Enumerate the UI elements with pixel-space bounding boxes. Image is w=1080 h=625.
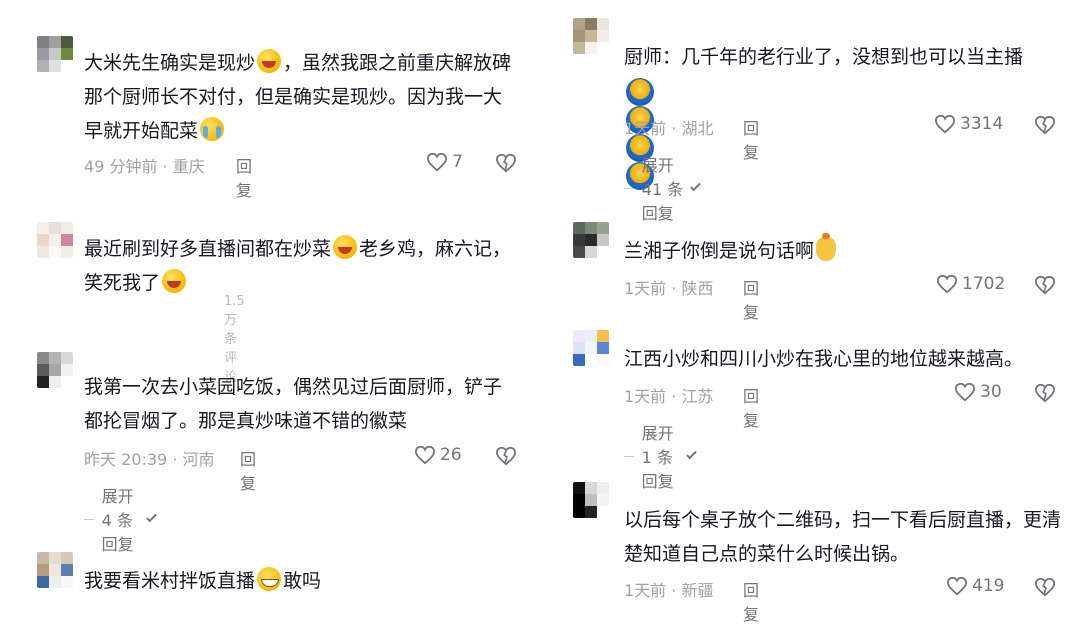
reply-button[interactable]: 回复 bbox=[743, 275, 759, 323]
comment-time-location: 1天前 · 新疆 bbox=[624, 581, 714, 600]
laughing-tears-emoji-icon bbox=[333, 235, 358, 259]
avatar[interactable] bbox=[573, 222, 609, 258]
heart-outline-icon bbox=[414, 445, 436, 465]
like-button[interactable]: 3314 bbox=[934, 114, 1003, 134]
like-button[interactable]: 1702 bbox=[936, 274, 1005, 294]
reply-button[interactable]: 回复 bbox=[743, 383, 759, 431]
avatar[interactable] bbox=[37, 222, 73, 258]
avatar[interactable] bbox=[573, 18, 609, 54]
comment-time-location: 1天前 · 湖北 bbox=[624, 119, 714, 138]
like-count: 419 bbox=[972, 576, 1005, 596]
expand-replies-button[interactable]: 展开 4 条回复 bbox=[84, 483, 157, 555]
expand-replies-button[interactable]: 展开 41 条回复 bbox=[624, 152, 702, 224]
like-count: 3314 bbox=[960, 114, 1004, 134]
heart-outline-icon bbox=[954, 382, 976, 402]
like-button[interactable]: 419 bbox=[946, 576, 1004, 596]
avatar[interactable] bbox=[37, 352, 73, 388]
comment-time-location: 1天前 · 江苏 bbox=[624, 387, 714, 406]
like-count: 30 bbox=[980, 382, 1002, 402]
comment-text: 厨师：几千年的老行业了，没想到也可以当主播 bbox=[624, 46, 1024, 68]
comment-text: 我第一次去小菜园吃饭，偶然见过后面厨师，铲子都抡冒烟了。那是真炒味道不错的徽菜 bbox=[84, 376, 503, 432]
broken-heart-icon[interactable] bbox=[1034, 115, 1056, 135]
broken-heart-icon[interactable] bbox=[1034, 383, 1056, 403]
avatar[interactable] bbox=[573, 330, 609, 366]
chevron-down-icon bbox=[146, 511, 157, 523]
crying-emoji-icon bbox=[200, 117, 225, 141]
comment-text: 兰湘子你倒是说句话啊 bbox=[624, 233, 1064, 268]
avatar[interactable] bbox=[37, 36, 73, 72]
like-button[interactable]: 26 bbox=[414, 445, 462, 465]
broken-heart-icon[interactable] bbox=[1034, 275, 1056, 295]
like-button[interactable]: 30 bbox=[954, 382, 1002, 402]
blue-cartoon-emoji-icon bbox=[626, 78, 654, 106]
chevron-down-icon bbox=[686, 448, 697, 460]
reply-button[interactable]: 回复 bbox=[743, 115, 759, 163]
broken-heart-icon[interactable] bbox=[1034, 577, 1056, 597]
comment-text: 江西小炒和四川小炒在我心里的地位越来越高。 bbox=[624, 348, 1024, 370]
broken-heart-icon[interactable] bbox=[495, 446, 517, 466]
heart-outline-icon bbox=[934, 114, 956, 134]
comment-text: 以后每个桌子放个二维码，扫一下看后厨直播，更清楚知道自己点的菜什么时候出锅。 bbox=[624, 509, 1062, 565]
like-count: 1702 bbox=[962, 274, 1006, 294]
comment-time-location: 1天前 · 陕西 bbox=[624, 279, 714, 298]
like-button[interactable]: 7 bbox=[426, 152, 463, 172]
laughing-tears-emoji-icon bbox=[162, 269, 187, 293]
heart-outline-icon bbox=[946, 576, 968, 596]
like-count: 7 bbox=[452, 152, 463, 172]
expand-replies-button[interactable]: 展开 1 条回复 bbox=[624, 420, 697, 492]
laughing-tears-emoji-icon bbox=[257, 49, 282, 73]
chevron-down-icon bbox=[690, 180, 702, 192]
reply-button[interactable]: 回复 bbox=[240, 446, 256, 494]
heart-outline-icon bbox=[426, 152, 448, 172]
avatar[interactable] bbox=[573, 482, 609, 518]
divider-line bbox=[624, 455, 634, 457]
heart-outline-icon bbox=[936, 274, 958, 294]
divider-line bbox=[624, 187, 634, 189]
divider-line bbox=[84, 518, 94, 520]
comment-text: 我要看米村拌饭直播 敢吗 bbox=[84, 564, 514, 598]
comment-time-location: 49 分钟前 · 重庆 bbox=[84, 157, 205, 176]
comment-text: 大米先生确实是现炒 ，虽然我跟之前重庆解放碑那个厨师长不对付，但是确实是现炒。因为… bbox=[84, 46, 514, 148]
reply-button[interactable]: 回复 bbox=[743, 577, 759, 625]
comment-text: 最近刷到好多直播间都在炒菜 老乡鸡，麻六记，笑死我了 bbox=[84, 232, 514, 300]
grinning-emoji-icon bbox=[257, 567, 282, 591]
like-count: 26 bbox=[440, 445, 462, 465]
avatar[interactable] bbox=[37, 552, 73, 588]
reply-button[interactable]: 回复 bbox=[236, 153, 252, 201]
broken-heart-icon[interactable] bbox=[495, 153, 517, 173]
gold-money-bag-emoji-icon bbox=[816, 233, 837, 261]
comment-time-location: 昨天 20:39 · 河南 bbox=[84, 450, 215, 469]
